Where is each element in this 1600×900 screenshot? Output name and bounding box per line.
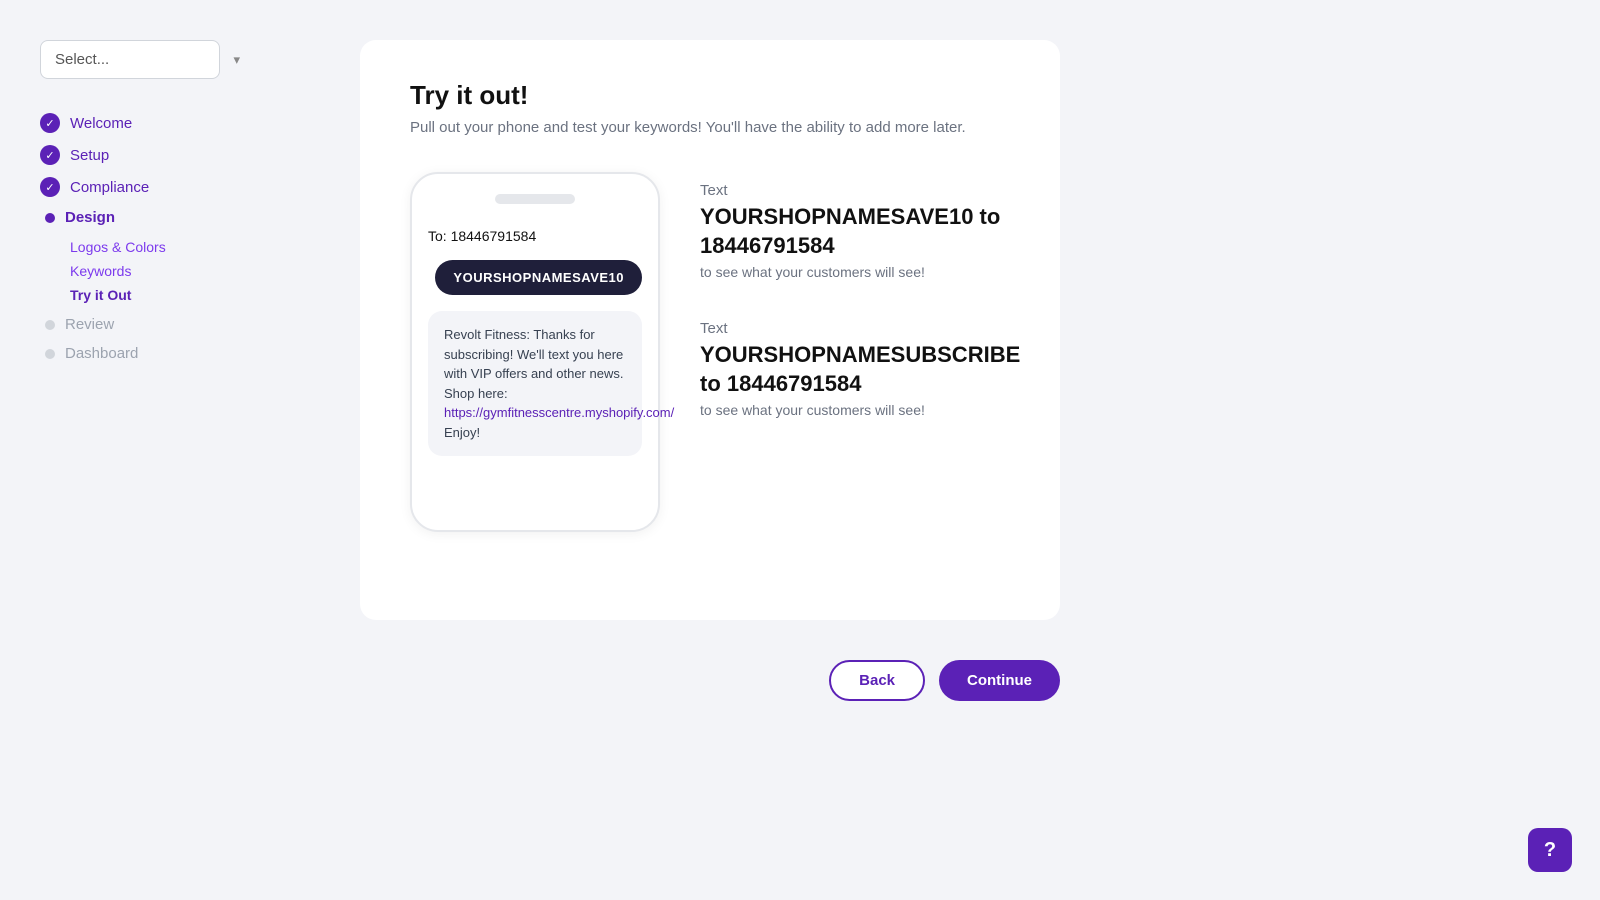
page-subtitle: Pull out your phone and test your keywor… <box>410 119 1010 136</box>
sidebar: Select... ▾ ✓ Welcome ✓ Setup ✓ Complian… <box>0 0 320 900</box>
response-suffix: Enjoy! <box>444 425 480 440</box>
sidebar-label-welcome: Welcome <box>70 115 132 132</box>
dot-inactive-review <box>45 320 55 330</box>
instruction-block-2: Text YOURSHOPNAMESUBSCRIBE to 1844679158… <box>700 320 1020 418</box>
sidebar-item-setup[interactable]: ✓ Setup <box>40 139 290 171</box>
design-subnav: Logos & Colors Keywords Try it Out <box>70 236 290 306</box>
check-icon-setup: ✓ <box>40 145 60 165</box>
continue-button[interactable]: Continue <box>939 660 1060 701</box>
instruction2-sub: to see what your customers will see! <box>700 402 1020 418</box>
sidebar-item-try-it-out[interactable]: Try it Out <box>70 284 290 306</box>
sidebar-item-logos-colors[interactable]: Logos & Colors <box>70 236 290 258</box>
check-icon-welcome: ✓ <box>40 113 60 133</box>
content-card: Try it out! Pull out your phone and test… <box>360 40 1060 620</box>
sidebar-item-dashboard[interactable]: Dashboard <box>40 339 290 368</box>
sidebar-item-review[interactable]: Review <box>40 310 290 339</box>
instruction2-keyword: YOURSHOPNAMESUBSCRIBE to 18446791584 <box>700 341 1020 398</box>
check-icon-compliance: ✓ <box>40 177 60 197</box>
sidebar-label-design: Design <box>65 209 115 226</box>
sidebar-item-keywords[interactable]: Keywords <box>70 260 290 282</box>
response-text: Revolt Fitness: Thanks for subscribing! … <box>444 327 623 401</box>
help-button[interactable]: ? <box>1528 828 1572 872</box>
dot-inactive-dashboard <box>45 349 55 359</box>
dot-active-design <box>45 213 55 223</box>
instruction1-keyword: YOURSHOPNAMESAVE10 to 18446791584 <box>700 203 1020 260</box>
help-icon: ? <box>1544 839 1556 862</box>
phone-to-line: To: 18446791584 <box>428 228 642 244</box>
sidebar-item-compliance[interactable]: ✓ Compliance <box>40 171 290 203</box>
sidebar-label-compliance: Compliance <box>70 179 149 196</box>
select-wrapper: Select... ▾ <box>40 40 290 79</box>
back-button[interactable]: Back <box>829 660 925 701</box>
instruction1-sub: to see what your customers will see! <box>700 264 1020 280</box>
page-title: Try it out! <box>410 80 1010 111</box>
instruction2-label: Text <box>700 320 1020 337</box>
phone-area: To: 18446791584 YOURSHOPNAMESAVE10 Revol… <box>410 172 1010 532</box>
sidebar-label-review: Review <box>65 316 114 333</box>
store-select[interactable]: Select... <box>40 40 220 79</box>
instruction1-label: Text <box>700 182 1020 199</box>
response-bubble: Revolt Fitness: Thanks for subscribing! … <box>428 311 642 456</box>
sidebar-item-design[interactable]: Design <box>40 203 290 232</box>
sidebar-label-setup: Setup <box>70 147 109 164</box>
chevron-down-icon: ▾ <box>233 52 240 68</box>
response-link[interactable]: https://gymfitnesscentre.myshopify.com/ <box>444 405 674 420</box>
phone-mockup: To: 18446791584 YOURSHOPNAMESAVE10 Revol… <box>410 172 660 532</box>
phone-to-number: 18446791584 <box>451 228 537 244</box>
instructions-panel: Text YOURSHOPNAMESAVE10 to 18446791584 t… <box>700 172 1020 418</box>
instruction-block-1: Text YOURSHOPNAMESAVE10 to 18446791584 t… <box>700 182 1020 280</box>
phone-notch <box>495 194 575 204</box>
phone-to-label: To: <box>428 228 447 244</box>
button-row: Back Continue <box>360 660 1060 701</box>
sidebar-item-welcome[interactable]: ✓ Welcome <box>40 107 290 139</box>
keyword-bubble: YOURSHOPNAMESAVE10 <box>435 260 642 295</box>
sidebar-label-dashboard: Dashboard <box>65 345 138 362</box>
main-content: Try it out! Pull out your phone and test… <box>320 0 1600 900</box>
